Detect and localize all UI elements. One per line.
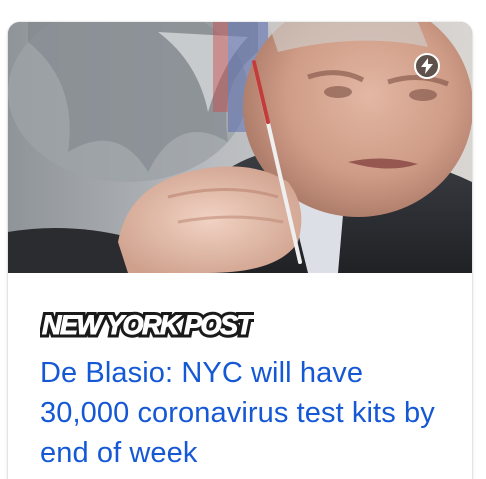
lightning-bolt-icon xyxy=(421,58,433,74)
article-headline[interactable]: De Blasio: NYC will have 30,000 coronavi… xyxy=(40,353,460,473)
article-thumbnail[interactable] xyxy=(8,22,472,273)
logo-text: NEW YORK POST xyxy=(42,310,254,339)
publisher-logo-icon: NEW YORK POST NEW YORK POST xyxy=(40,307,254,339)
card-content[interactable]: NEW YORK POST NEW YORK POST De Blasio: N… xyxy=(8,273,472,479)
amp-lightning-icon xyxy=(414,53,440,79)
page: NEW YORK POST NEW YORK POST De Blasio: N… xyxy=(0,0,486,479)
news-card[interactable]: NEW YORK POST NEW YORK POST De Blasio: N… xyxy=(8,22,472,479)
thumbnail-image xyxy=(8,22,472,273)
new-york-post-logo: NEW YORK POST NEW YORK POST xyxy=(40,307,254,339)
